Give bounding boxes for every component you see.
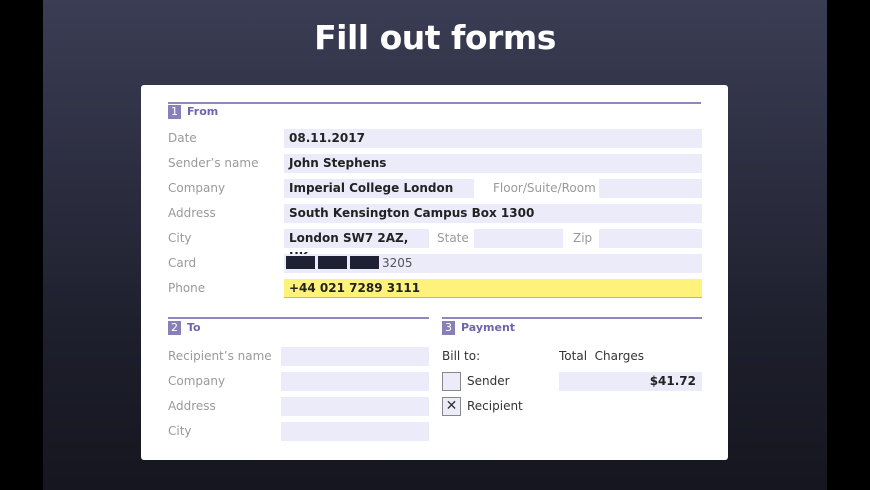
section-payment-heading: 3 Payment [442,321,515,335]
section-title: Payment [461,321,516,334]
city-field[interactable]: London SW7 2AZ, UK [284,229,429,264]
section-number: 1 [168,105,181,119]
section-divider [442,317,702,319]
company-field[interactable]: Imperial College London [284,179,474,198]
total-charges-field[interactable]: $41.72 [559,372,702,391]
zip-field[interactable] [599,229,702,248]
zip-label: Zip [573,231,593,245]
sender-name-label: Sender’s name [168,156,259,170]
masked-digits [286,256,315,269]
recipient-company-label: Company [168,374,226,388]
recipient-checkbox[interactable]: ✕ [442,397,461,416]
recipient-name-label: Recipient’s name [168,349,272,363]
sender-name-field[interactable]: John Stephens [284,154,702,173]
recipient-checkbox-label: Recipient [467,399,523,413]
state-label: State [437,231,469,245]
recipient-name-field[interactable] [281,347,429,366]
card-last4: 3205 [382,256,413,270]
section-number: 2 [168,321,181,335]
date-field[interactable]: 08.11.2017 [284,129,702,148]
state-field[interactable] [474,229,563,248]
floor-field[interactable] [599,179,702,198]
total-charges-label: Total Charges [559,349,644,363]
section-from-heading: 1 From [168,105,218,119]
date-label: Date [168,131,197,145]
address-field[interactable]: South Kensington Campus Box 1300 [284,204,702,223]
address-label: Address [168,206,216,220]
recipient-company-field[interactable] [281,372,429,391]
recipient-address-field[interactable] [281,397,429,416]
city-label: City [168,231,192,245]
card-label: Card [168,256,197,270]
section-title: From [187,105,219,118]
bill-to-label: Bill to: [442,349,481,363]
card-field[interactable]: 3205 [284,254,702,273]
masked-digits [350,256,379,269]
company-label: Company [168,181,226,195]
recipient-address-label: Address [168,399,216,413]
page-title: Fill out forms [314,18,556,57]
sender-checkbox[interactable] [442,372,461,391]
phone-label: Phone [168,281,206,295]
check-x-icon: ✕ [445,398,458,414]
section-to-heading: 2 To [168,321,201,335]
phone-field[interactable]: +44 021 7289 3111 [284,279,702,298]
section-divider [168,102,701,104]
floor-label: Floor/Suite/Room [493,181,596,195]
masked-digits [318,256,347,269]
section-divider [168,317,429,319]
section-number: 3 [442,321,455,335]
section-title: To [187,321,201,334]
form-card: 1 From Date 08.11.2017 Sender’s name John… [141,85,728,460]
sender-checkbox-label: Sender [467,374,510,388]
recipient-city-label: City [168,424,192,438]
recipient-city-field[interactable] [281,422,429,441]
